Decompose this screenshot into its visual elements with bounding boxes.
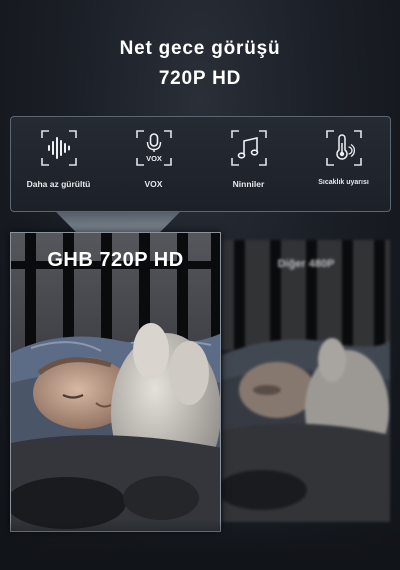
ghb-camera-label: GHB 720P HD (47, 249, 184, 271)
vox-icon-text: VOX (146, 154, 162, 163)
feature-label: Sıcaklık uyarısı (318, 179, 369, 186)
bottom-fade (0, 520, 400, 570)
feature-label: VOX (144, 179, 163, 189)
feature-label: Daha az gürültü (26, 179, 91, 189)
headline: Net gece görüşü 720P HD (0, 34, 400, 94)
feature-temperature-alert: Sıcaklık uyarısı (296, 117, 391, 213)
panel-connector (56, 212, 180, 232)
headline-title: Net gece görüşü (119, 38, 281, 59)
feature-noise-reduction: Daha az gürültü (11, 117, 106, 213)
microphone-vox-icon: VOX (135, 129, 173, 167)
feature-vox: VOX VOX (106, 117, 201, 213)
other-camera-label: Diğer 480P (277, 258, 335, 270)
comparison-photo-ghb: GHB 720P HD (10, 232, 221, 532)
thermometer-icon (325, 129, 363, 167)
feature-lullabies: Ninniler (201, 117, 296, 213)
product-comparison-banner: Net gece görüşü 720P HD Daha az gürültü … (0, 0, 400, 570)
features-panel: Daha az gürültü VOX VOX Ninniler Sıcaklı… (10, 116, 391, 212)
headline-subtitle: 720P HD (158, 68, 242, 89)
feature-label: Ninniler (232, 179, 265, 189)
comparison-photo-other: Diğer 480P (222, 240, 390, 522)
music-note-icon (230, 129, 268, 167)
sound-wave-icon (40, 129, 78, 167)
